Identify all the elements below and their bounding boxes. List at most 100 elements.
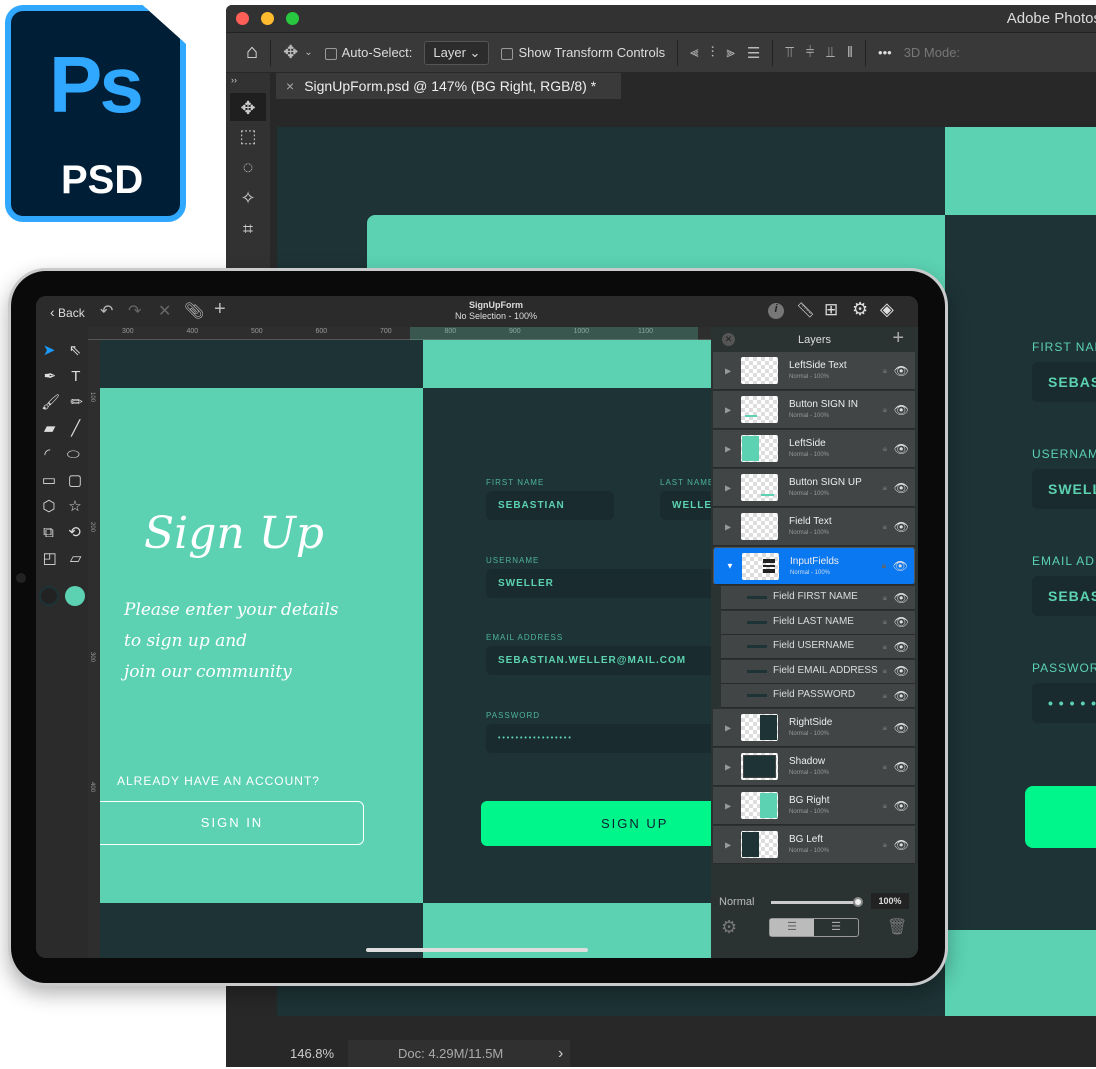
layers-icon[interactable]: ◈ (880, 299, 894, 320)
crop-tool-icon[interactable]: ⌗ (226, 214, 270, 245)
hexagon-tool-icon[interactable]: ⬡ (42, 497, 55, 515)
compact-view-icon[interactable]: ☰ (770, 919, 814, 936)
collapsed-triangle-icon[interactable]: ▶ (725, 522, 731, 531)
eye-icon[interactable]: 👁︎ (894, 403, 909, 417)
home-icon[interactable]: ⌂ (246, 41, 258, 64)
layer-row[interactable]: ▶ Field Text Normal - 100% 🔒︎ 👁︎ (713, 508, 915, 546)
align-center-icon[interactable]: ⫶ (711, 44, 715, 61)
lock-icon[interactable]: 🔒︎ (883, 617, 887, 627)
lock-icon[interactable]: 🔒︎ (883, 801, 887, 811)
eye-icon[interactable]: 👁︎ (894, 591, 909, 605)
password-field[interactable]: PASSWORD • • • • • • • • • • • • • • • • … (486, 711, 711, 753)
distribute-icon[interactable]: ☰ (747, 44, 760, 62)
lock-icon[interactable]: 🔒︎ (883, 691, 887, 701)
eye-icon[interactable]: 👁︎ (894, 520, 909, 534)
list-view-icon[interactable]: ☰ (814, 919, 858, 936)
eye-icon[interactable]: 👁︎ (894, 364, 909, 378)
undo-icon[interactable]: ↶ (100, 301, 113, 321)
layer-row[interactable]: ▶ BG Right Normal - 100% 🔒︎ 👁︎ (713, 787, 915, 825)
pen-tool-icon[interactable]: ✒ (44, 367, 57, 385)
collapsed-triangle-icon[interactable]: ▶ (725, 405, 731, 414)
opacity-slider[interactable] (771, 897, 863, 907)
last-name-field[interactable]: LAST NAME WELLER (660, 478, 711, 520)
chevron-down-icon[interactable]: ⌄ (304, 47, 312, 58)
move-tool-icon[interactable]: ✥ (283, 42, 298, 63)
lock-icon[interactable]: 🔒︎ (883, 840, 887, 850)
eye-icon[interactable]: 👁︎ (894, 640, 909, 654)
layer-select[interactable]: Layer ⌄ (424, 40, 490, 65)
lasso-tool-icon[interactable]: ◌ (226, 152, 270, 183)
add-icon[interactable]: + (214, 298, 226, 321)
layer-row[interactable]: Field EMAIL ADDRESS 🔒︎ 👁︎ (721, 659, 915, 684)
fill-color-swatch[interactable] (65, 586, 85, 606)
minimize-window-button[interactable] (261, 12, 274, 25)
lock-icon[interactable]: 🔒︎ (883, 642, 887, 652)
align-top-icon[interactable]: ⫪ (785, 44, 793, 61)
lock-icon[interactable]: 🔒︎ (883, 762, 887, 772)
layer-row[interactable]: Field LAST NAME 🔒︎ 👁︎ (721, 610, 915, 635)
close-tab-icon[interactable]: × (286, 78, 294, 94)
layer-row[interactable]: ▼ InputFields Normal - 100% 🔒︎ 👁︎ (713, 547, 915, 585)
collapse-panel-button[interactable]: ›› (226, 73, 270, 87)
username-field[interactable]: USERNAME SWELLER (486, 556, 711, 598)
ruler-icon[interactable]: 📏︎ (796, 301, 815, 319)
lock-icon[interactable]: 🔒︎ (883, 723, 887, 733)
document-tab[interactable]: × SignUpForm.psd @ 147% (BG Right, RGB/8)… (276, 73, 621, 99)
skew-tool-icon[interactable]: ▱ (70, 549, 82, 567)
artboard-canvas[interactable]: Sign Up Please enter your details to sig… (100, 340, 711, 958)
eye-icon[interactable]: 👁︎ (894, 838, 909, 852)
line-tool-icon[interactable]: ╱ (71, 419, 80, 437)
layer-row[interactable]: Field PASSWORD 🔒︎ 👁︎ (721, 684, 915, 709)
select-arrow-icon[interactable]: ➤ (43, 341, 56, 359)
distribute-vertical-icon[interactable]: ‖ (847, 44, 853, 61)
crop-tool-icon[interactable]: ◰ (43, 549, 57, 567)
sign-up-button[interactable]: SIGN UP (481, 801, 711, 846)
layer-row[interactable]: Field USERNAME 🔒︎ 👁︎ (721, 635, 915, 660)
magic-wand-tool-icon[interactable]: ✧ (226, 183, 270, 214)
zoom-level[interactable]: 146.8% (290, 1046, 334, 1061)
lock-icon[interactable]: 🔒︎ (883, 666, 887, 676)
expanded-triangle-icon[interactable]: ▼ (726, 562, 734, 571)
rounded-rect-tool-icon[interactable]: ▢ (68, 471, 82, 489)
back-button[interactable]: ‹ Back (50, 304, 85, 320)
collapsed-triangle-icon[interactable]: ▶ (725, 801, 731, 810)
eye-icon[interactable]: 👁︎ (894, 689, 909, 703)
layer-row[interactable]: ▶ BG Left Normal - 100% 🔒︎ 👁︎ (713, 826, 915, 864)
collapsed-triangle-icon[interactable]: ▶ (725, 483, 731, 492)
trash-icon[interactable]: 🗑︎ (887, 917, 907, 937)
text-tool-icon[interactable]: T (71, 368, 80, 385)
layer-view-toggle[interactable]: ☰ ☰ (769, 918, 859, 937)
collapsed-triangle-icon[interactable]: ▶ (725, 444, 731, 453)
marquee-tool-icon[interactable]: ⬚ (226, 121, 270, 152)
arc-tool-icon[interactable]: ◜ (44, 445, 50, 463)
align-bottom-icon[interactable]: ⫫ (826, 44, 834, 61)
transform-tool-icon[interactable]: ⟲ (68, 523, 81, 541)
opacity-slider-knob[interactable] (853, 897, 863, 907)
more-options-button[interactable]: ••• (878, 45, 892, 60)
lock-icon[interactable]: 🔒︎ (883, 593, 887, 603)
redo-icon[interactable]: ↷ (128, 301, 141, 321)
opacity-value[interactable]: 100% (871, 893, 909, 909)
collapsed-triangle-icon[interactable]: ▶ (725, 762, 731, 771)
sign-in-button[interactable]: SIGN IN (100, 801, 364, 845)
align-right-icon[interactable]: ⫸ (726, 44, 734, 61)
move-tool-icon[interactable]: ✥ (230, 93, 266, 121)
first-name-field[interactable]: FIRST NAME SEBASTIAN (486, 478, 614, 520)
layer-row[interactable]: Field FIRST NAME 🔒︎ 👁︎ (721, 586, 915, 610)
layer-row[interactable]: ▶ LeftSide Normal - 100% 🔒︎ 👁︎ (713, 430, 915, 468)
rectangle-tool-icon[interactable]: ▭ (42, 471, 56, 489)
close-window-button[interactable] (236, 12, 249, 25)
paperclip-icon[interactable]: 📎︎ (184, 301, 204, 321)
email-field[interactable]: EMAIL ADDRESS SEBASTIAN.WELLER@MAIL.COM (486, 633, 711, 675)
auto-select-checkbox[interactable]: Auto-Select: (324, 45, 412, 60)
info-icon[interactable]: i (768, 303, 784, 319)
star-tool-icon[interactable]: ☆ (68, 497, 81, 515)
direct-select-icon[interactable]: ⇖ (69, 341, 82, 359)
align-left-icon[interactable]: ⫷ (690, 44, 698, 61)
eye-icon[interactable]: 👁︎ (893, 559, 908, 573)
blend-mode-select[interactable]: Normal (719, 896, 754, 908)
eye-icon[interactable]: 👁︎ (894, 615, 909, 629)
add-layer-icon[interactable]: + (892, 327, 904, 350)
brush-tool-icon[interactable]: 🖌︎ (41, 393, 60, 411)
eye-icon[interactable]: 👁︎ (894, 664, 909, 678)
